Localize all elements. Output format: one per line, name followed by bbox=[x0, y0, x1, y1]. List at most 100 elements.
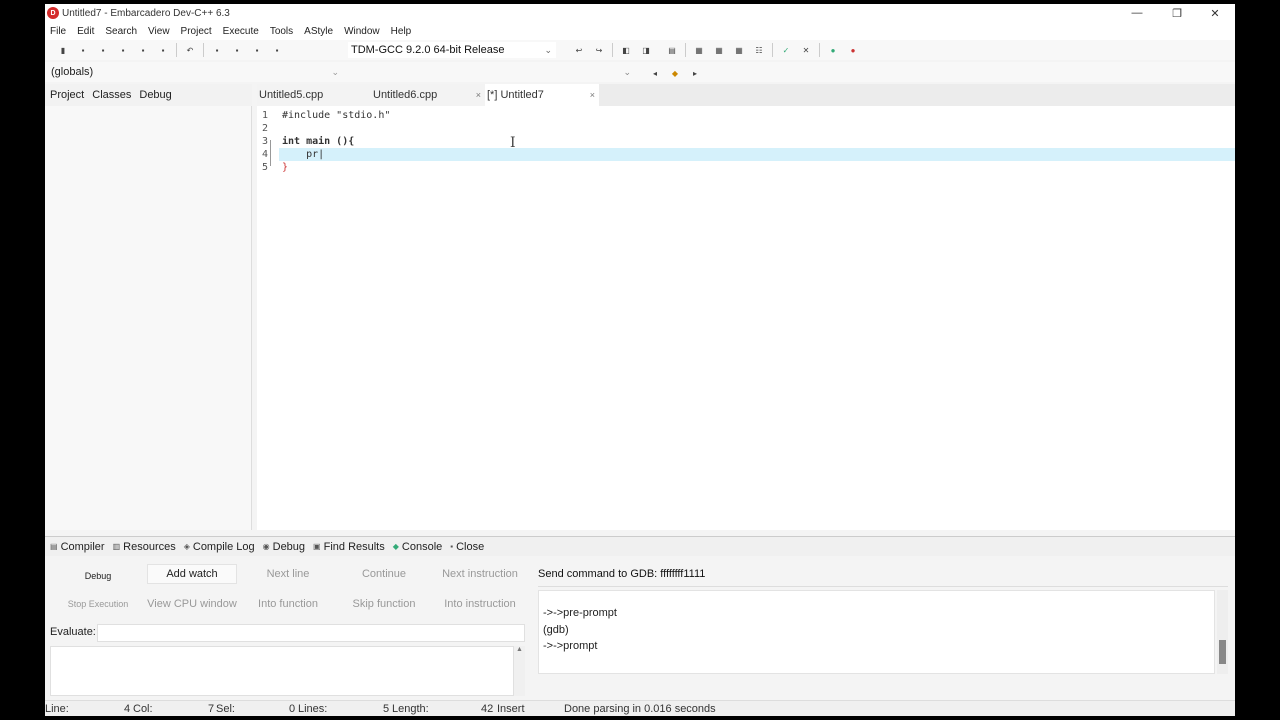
menu-help[interactable]: Help bbox=[391, 26, 412, 37]
tab-classes[interactable]: Classes bbox=[92, 89, 131, 101]
gdb-output-line: ->->prompt bbox=[543, 640, 598, 652]
menu-view[interactable]: View bbox=[148, 26, 170, 37]
compiler-select[interactable]: TDM-GCC 9.2.0 64-bit Release ⌄ bbox=[348, 42, 556, 58]
save-all-icon[interactable]: ▪ bbox=[113, 42, 133, 58]
back-icon[interactable]: ↩ bbox=[569, 42, 589, 58]
debug-icon[interactable]: ● bbox=[823, 42, 843, 58]
tab-compiler[interactable]: ▤ Compiler bbox=[50, 541, 105, 553]
status-line-label: Line: bbox=[45, 703, 69, 715]
tab-untitled5[interactable]: Untitled5.cpp bbox=[257, 84, 371, 106]
status-col-value: 7 bbox=[208, 703, 215, 715]
into-function-button[interactable]: Into function bbox=[243, 594, 333, 614]
status-sel-label: Sel: bbox=[216, 703, 235, 715]
tab-compile-log[interactable]: ◈ Compile Log bbox=[184, 541, 255, 553]
class-browser-icon[interactable]: ▸ bbox=[685, 65, 705, 81]
maximize-button[interactable]: ❐ bbox=[1157, 4, 1197, 22]
tab-untitled6[interactable]: Untitled6.cpp × bbox=[371, 84, 485, 106]
evaluate-output bbox=[50, 646, 514, 696]
members-select[interactable]: ⌄ bbox=[345, 64, 631, 80]
next-instruction-button[interactable]: Next instruction bbox=[435, 564, 525, 584]
menu-tools[interactable]: Tools bbox=[270, 26, 293, 37]
table-icon[interactable]: ▦ bbox=[729, 42, 749, 58]
toggle-comment-icon[interactable]: ▪ bbox=[247, 42, 267, 58]
into-instruction-button[interactable]: Into instruction bbox=[435, 594, 525, 614]
fold-marker[interactable] bbox=[270, 140, 277, 166]
tab-label: Find Results bbox=[323, 540, 385, 553]
open-file-icon[interactable]: ▪ bbox=[73, 42, 93, 58]
status-line-value: 4 bbox=[124, 703, 131, 715]
compile-run-icon[interactable]: ▤ bbox=[662, 42, 682, 58]
menu-window[interactable]: Window bbox=[344, 26, 380, 37]
close-window-button[interactable]: ✕ bbox=[1195, 4, 1235, 22]
compile-icon[interactable]: ◧ bbox=[616, 42, 636, 58]
debug-panel: Debug Add watch Next line Continue Next … bbox=[45, 560, 1235, 700]
scope-select[interactable]: (globals) ⌄ bbox=[51, 64, 341, 80]
evaluate-input[interactable] bbox=[97, 624, 525, 642]
editor-tabs: Untitled5.cpp Untitled6.cpp × [*] Untitl… bbox=[257, 84, 1235, 106]
grid-icon[interactable]: ▦ bbox=[709, 42, 729, 58]
line-number: 1 bbox=[262, 110, 269, 121]
title-bar: D Untitled7 - Embarcadero Dev-C++ 6.3 — … bbox=[45, 4, 1235, 22]
main-toolbar: ▮ ▪ ▪ ▪ ▪ ▪ ↶ ▪ ▪ ▪ ▪ TDM-GCC 9.2.0 64-b… bbox=[45, 40, 1235, 60]
line-gutter: 1 2 3 4 5 bbox=[257, 106, 279, 530]
check-icon[interactable]: ✓ bbox=[776, 42, 796, 58]
project-tree[interactable] bbox=[45, 106, 252, 530]
compiler-select-value: TDM-GCC 9.2.0 64-bit Release bbox=[351, 44, 505, 56]
goto-declaration-icon[interactable]: ◂ bbox=[645, 65, 665, 81]
print-icon[interactable]: ▪ bbox=[153, 42, 173, 58]
save-icon[interactable]: ▪ bbox=[93, 42, 113, 58]
status-length-label: Length: bbox=[392, 703, 429, 715]
new-file-icon[interactable]: ▮ bbox=[53, 42, 73, 58]
menu-edit[interactable]: Edit bbox=[77, 26, 94, 37]
continue-button[interactable]: Continue bbox=[339, 564, 429, 584]
menu-file[interactable]: File bbox=[50, 26, 66, 37]
forward-icon[interactable]: ↪ bbox=[589, 42, 609, 58]
gdb-command-input[interactable] bbox=[538, 586, 1228, 587]
status-mode: Insert bbox=[497, 703, 525, 715]
close-tab-icon[interactable]: × bbox=[476, 90, 481, 100]
menu-bar: File Edit Search View Project Execute To… bbox=[45, 22, 1235, 40]
compiler-icon: ▤ bbox=[50, 542, 58, 551]
left-panel: Project Classes Debug bbox=[45, 84, 252, 530]
tab-label: Compiler bbox=[60, 540, 105, 553]
code-line: #include "stdio.h" bbox=[282, 110, 391, 121]
indent-icon[interactable]: ▪ bbox=[207, 42, 227, 58]
skip-function-button[interactable]: Skip function bbox=[339, 594, 429, 614]
tab-resources[interactable]: ▥ Resources bbox=[113, 541, 176, 553]
current-line-highlight bbox=[279, 148, 1235, 161]
unindent-icon[interactable]: ▪ bbox=[227, 42, 247, 58]
tab-debug-output[interactable]: ◉ Debug bbox=[263, 541, 305, 553]
minimize-button[interactable]: — bbox=[1117, 4, 1157, 22]
gdb-scrollbar[interactable] bbox=[1217, 590, 1228, 674]
menu-project[interactable]: Project bbox=[181, 26, 212, 37]
debug-button[interactable]: Debug bbox=[50, 566, 146, 586]
list-icon[interactable]: ☷ bbox=[749, 42, 769, 58]
tab-label: [*] Untitled7 bbox=[487, 89, 544, 101]
chevron-down-icon: ⌄ bbox=[544, 44, 552, 55]
next-line-button[interactable]: Next line bbox=[243, 564, 333, 584]
run-icon[interactable]: ◨ bbox=[636, 42, 656, 58]
tab-console[interactable]: ◆ Console bbox=[393, 541, 443, 553]
menu-astyle[interactable]: AStyle bbox=[304, 26, 333, 37]
stop-execution-button[interactable]: Stop Execution bbox=[50, 594, 146, 614]
scrollbar-thumb[interactable] bbox=[1219, 640, 1226, 664]
close-tab-icon[interactable]: × bbox=[590, 90, 595, 100]
evaluate-scrollbar[interactable]: ▲ bbox=[514, 646, 525, 696]
stop-debug-icon[interactable]: ● bbox=[843, 42, 863, 58]
tab-untitled7[interactable]: [*] Untitled7 × bbox=[485, 84, 599, 106]
code-area[interactable]: 1 2 3 4 5 #include "stdio.h" int main ()… bbox=[257, 106, 1235, 530]
tab-find-results[interactable]: ▣ Find Results bbox=[313, 541, 385, 553]
add-watch-button[interactable]: Add watch bbox=[147, 564, 237, 584]
bookmark-icon[interactable]: ▪ bbox=[267, 42, 287, 58]
tab-project[interactable]: Project bbox=[50, 89, 84, 101]
tab-close[interactable]: ▪ Close bbox=[450, 541, 484, 553]
view-cpu-window-button[interactable]: View CPU window bbox=[147, 594, 237, 614]
menu-execute[interactable]: Execute bbox=[223, 26, 259, 37]
menu-search[interactable]: Search bbox=[105, 26, 137, 37]
goto-definition-icon[interactable]: ◆ bbox=[665, 65, 685, 81]
cancel-icon[interactable]: ✕ bbox=[796, 42, 816, 58]
tab-debug[interactable]: Debug bbox=[139, 89, 171, 101]
undo-icon[interactable]: ↶ bbox=[180, 42, 200, 58]
rebuild-icon[interactable]: ▦ bbox=[689, 42, 709, 58]
close-file-icon[interactable]: ▪ bbox=[133, 42, 153, 58]
